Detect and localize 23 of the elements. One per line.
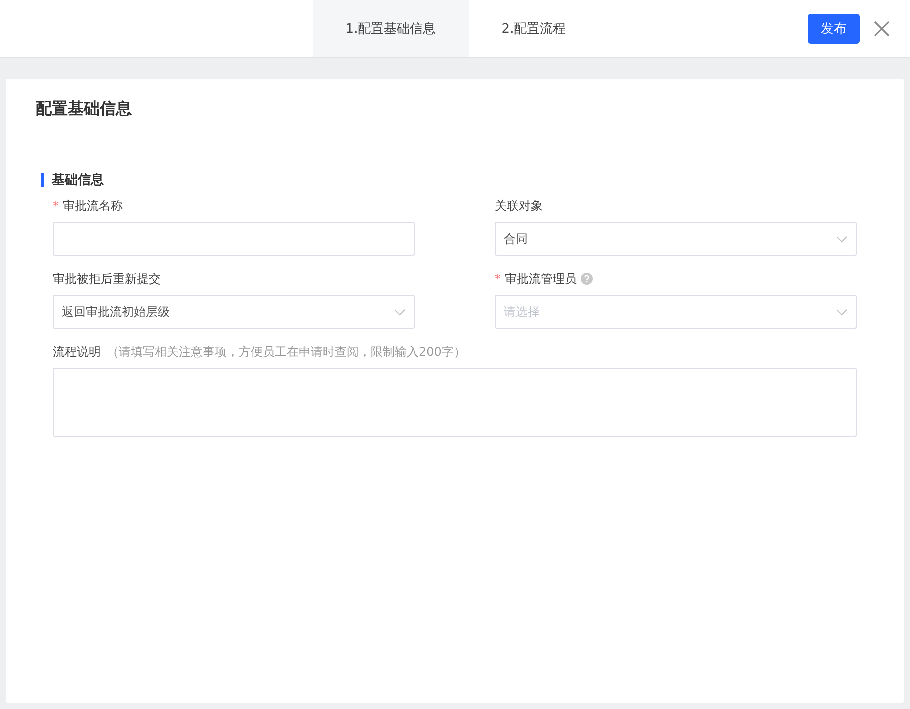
field-label: 流程说明 (53, 344, 101, 360)
section-marker (41, 173, 44, 187)
required-mark: * (495, 272, 501, 286)
publish-button[interactable]: 发布 (808, 14, 860, 44)
field-label: 关联对象 (495, 198, 543, 214)
select-field[interactable]: 合同 (495, 222, 857, 256)
field-label: 审批流管理员 (505, 270, 577, 288)
select-field[interactable]: 返回审批流初始层级 (53, 295, 415, 329)
required-mark: * (53, 199, 59, 213)
section-title: 基础信息 (52, 172, 104, 189)
name-input[interactable] (53, 222, 415, 256)
field-hint: （请填写相关注意事项，方便员工在申请时查阅，限制输入200字） (107, 344, 466, 360)
chevron-down-icon (394, 308, 406, 316)
description-textarea[interactable] (53, 368, 857, 437)
close-icon[interactable] (874, 20, 890, 36)
chevron-down-icon (836, 236, 848, 242)
chevron-down-icon (836, 308, 848, 316)
step-tab[interactable]: 1.配置基础信息 (313, 0, 469, 57)
field-label: 审批流名称 (63, 198, 123, 214)
step-tab[interactable]: 2.配置流程 (469, 0, 599, 57)
help-icon[interactable] (581, 273, 593, 285)
field-label: 审批被拒后重新提交 (53, 270, 161, 288)
card-title: 配置基础信息 (36, 98, 133, 120)
